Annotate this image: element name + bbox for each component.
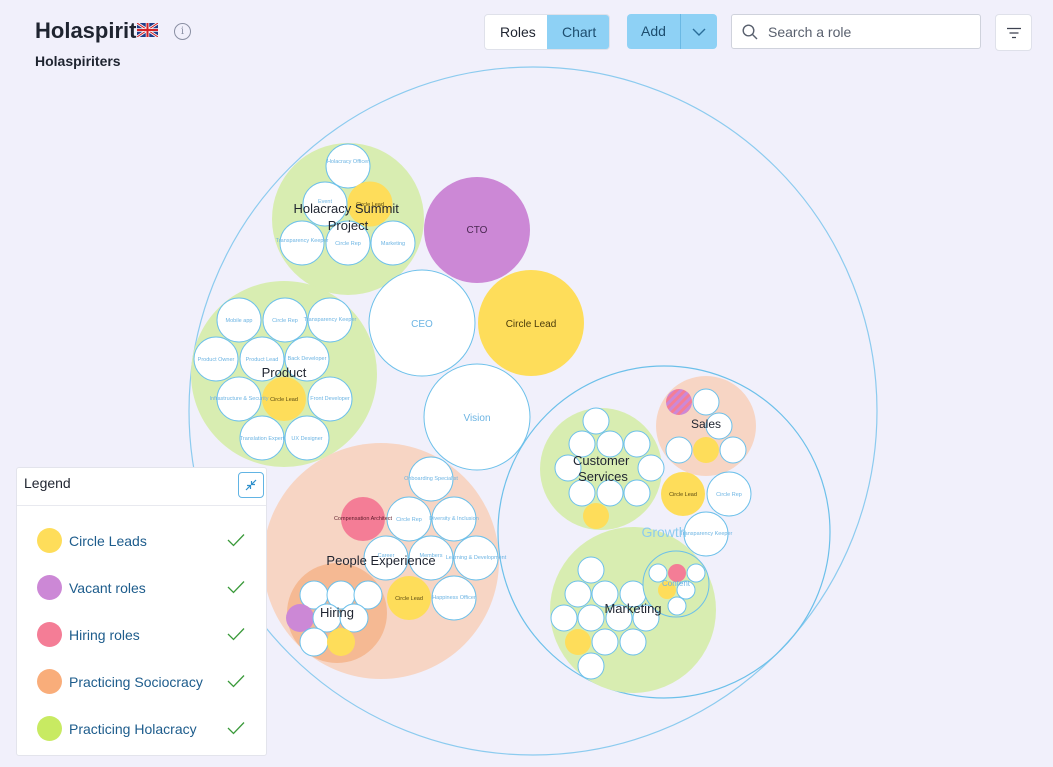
cs-circle-lead[interactable] <box>583 503 609 529</box>
label-growth-transparency: Transparency Keeper <box>680 531 733 537</box>
label-root-circle-lead: Circle Lead <box>506 319 557 330</box>
check-icon[interactable] <box>227 674 245 688</box>
legend-item-sociocracy[interactable]: Practicing Sociocracy <box>37 669 247 695</box>
label-ux-designer: UX Designer <box>291 436 322 442</box>
label-product-lead: Product Lead <box>246 357 279 363</box>
legend-item-vacant-roles[interactable]: Vacant roles <box>37 575 247 601</box>
label-customer-services: Customer Services <box>573 453 633 484</box>
legend-label: Vacant roles <box>69 580 146 596</box>
label-product-circle-lead: Circle Lead <box>270 397 298 403</box>
check-icon[interactable] <box>227 627 245 641</box>
label-front-developer: Front Developer <box>310 396 350 402</box>
content-role[interactable] <box>667 596 687 616</box>
mk-role[interactable] <box>577 604 605 632</box>
legend-divider <box>17 505 266 506</box>
legend-label: Circle Leads <box>69 533 147 549</box>
summit-label-line: Project <box>328 218 369 233</box>
label-growth-circle-lead: Circle Lead <box>669 492 697 498</box>
label-holacracy-officer: Holacracy Officer <box>327 159 369 165</box>
label-summit-circle-rep: Circle Rep <box>335 241 361 247</box>
label-vision: Vision <box>463 413 490 424</box>
mk-role[interactable] <box>591 628 619 656</box>
cs-label-line: Customer <box>573 453 630 468</box>
sales-hiring-vacant-role[interactable] <box>666 389 692 415</box>
legend-item-hiring-roles[interactable]: Hiring roles <box>37 622 247 648</box>
legend-panel: Legend Circle Leads Vacant roles Hiring … <box>16 467 267 756</box>
label-people-circle-rep: Circle Rep <box>396 517 422 523</box>
label-product-circle-rep: Circle Rep <box>272 318 298 324</box>
label-people-circle: People Experience <box>326 553 435 568</box>
mk-circle-lead[interactable] <box>565 629 591 655</box>
mk-role[interactable] <box>564 580 592 608</box>
label-mobile-app: Mobile app <box>226 318 253 324</box>
mk-role[interactable] <box>577 652 605 680</box>
label-summit-transparency: Transparency Keeper <box>276 238 329 244</box>
label-people-circle-lead: Circle Lead <box>395 596 423 602</box>
collapse-legend-button[interactable] <box>238 472 264 498</box>
label-ceo: CEO <box>411 319 433 330</box>
sales-role[interactable] <box>665 436 693 464</box>
legend-label: Hiring roles <box>69 627 140 643</box>
label-onboarding: Onboarding Specialist <box>404 476 458 482</box>
label-product-circle: Product <box>262 365 307 380</box>
cs-role[interactable] <box>582 407 610 435</box>
collapse-icon <box>245 479 257 491</box>
label-product-owner: Product Owner <box>198 357 235 363</box>
legend-label: Practicing Holacracy <box>69 721 197 737</box>
legend-dot <box>37 575 62 600</box>
label-marketing-circle: Marketing <box>604 601 661 616</box>
check-icon[interactable] <box>227 580 245 594</box>
mk-role[interactable] <box>550 604 578 632</box>
mk-role[interactable] <box>577 556 605 584</box>
legend-title: Legend <box>24 475 71 491</box>
legend-dot <box>37 716 62 741</box>
sales-role[interactable] <box>719 436 747 464</box>
role-hiring-6[interactable] <box>299 627 329 657</box>
mk-role[interactable] <box>619 628 647 656</box>
label-learning: Learning & Development <box>446 555 507 561</box>
label-cto: CTO <box>467 225 488 236</box>
legend-dot <box>37 669 62 694</box>
label-infrastructure: Infrastructure & Security <box>210 396 269 402</box>
role-holacracy-officer[interactable] <box>325 143 371 189</box>
legend-item-circle-leads[interactable]: Circle Leads <box>37 528 247 554</box>
cs-label-line: Services <box>578 469 628 484</box>
label-back-developer: Back Developer <box>288 356 327 362</box>
label-compensation: Compensation Architect <box>334 516 393 522</box>
label-content: Content <box>662 579 691 588</box>
sales-role[interactable] <box>692 388 720 416</box>
label-diversity: Diversity & Inclusion <box>429 516 479 522</box>
label-sales-circle: Sales <box>691 417 721 431</box>
label-growth-circle: Growth <box>641 524 686 540</box>
cs-role[interactable] <box>637 454 665 482</box>
sales-circle-lead[interactable] <box>693 437 719 463</box>
legend-dot <box>37 622 62 647</box>
label-product-transparency: Transparency Keeper <box>304 317 357 323</box>
label-translation-expert: Translation Expert <box>240 436 285 442</box>
label-summit-marketing: Marketing <box>381 241 405 247</box>
summit-label-line: Holacracy Summit <box>293 201 399 216</box>
label-happiness: Happiness Officer <box>432 595 476 601</box>
label-hiring-circle: Hiring <box>320 605 354 620</box>
role-hiring-vacant[interactable] <box>286 604 314 632</box>
role-hiring-lead[interactable] <box>327 628 355 656</box>
legend-dot <box>37 528 62 553</box>
check-icon[interactable] <box>227 533 245 547</box>
label-growth-circle-rep: Circle Rep <box>716 492 742 498</box>
legend-label: Practicing Sociocracy <box>69 674 203 690</box>
legend-item-holacracy[interactable]: Practicing Holacracy <box>37 716 247 742</box>
check-icon[interactable] <box>227 721 245 735</box>
